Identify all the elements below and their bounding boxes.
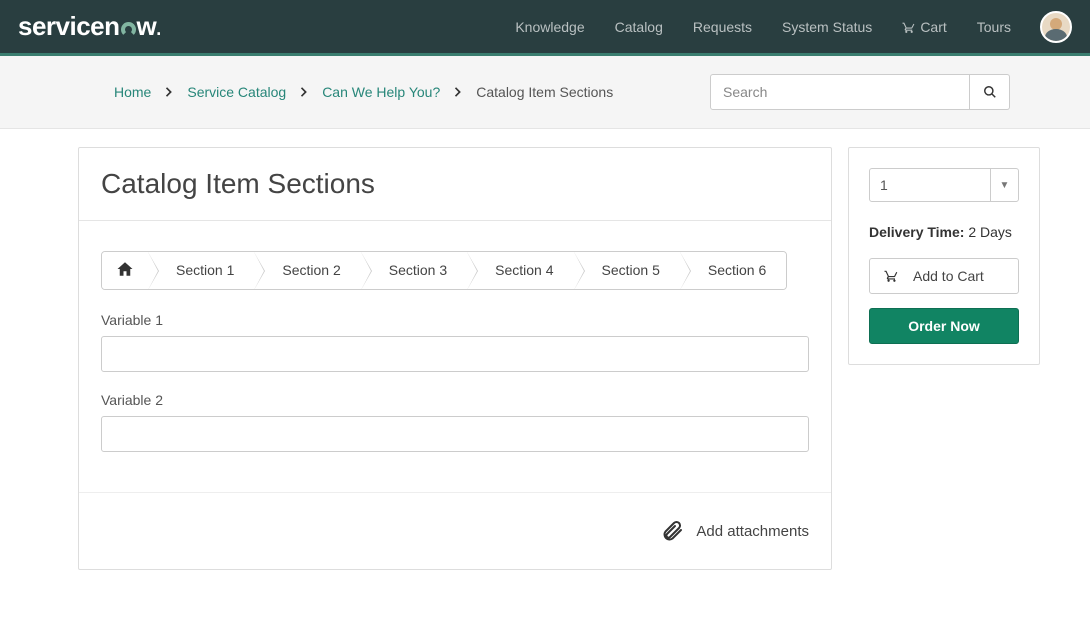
section-tab-2[interactable]: Section 2 — [254, 252, 360, 289]
search-input[interactable] — [710, 74, 970, 110]
chevron-right-icon — [454, 87, 462, 97]
brand-logo[interactable]: servicen w. — [18, 11, 161, 42]
var1-input[interactable] — [101, 336, 809, 372]
section-tabs: Section 1 Section 2 Section 3 Section 4 … — [101, 251, 787, 290]
nav-cart-label: Cart — [920, 19, 946, 35]
content-body: Section 1 Section 2 Section 3 Section 4 … — [79, 221, 831, 493]
delivery-value: 2 Days — [968, 224, 1012, 240]
main: Catalog Item Sections Section 1 Section … — [0, 129, 1090, 610]
nav-requests[interactable]: Requests — [693, 19, 752, 35]
search-icon — [983, 85, 997, 99]
page-title: Catalog Item Sections — [101, 168, 809, 200]
nav-system-status[interactable]: System Status — [782, 19, 872, 35]
search-wrap — [710, 74, 1010, 110]
brand-text-pre: servicen — [18, 11, 120, 42]
var1-label: Variable 1 — [101, 312, 809, 328]
breadcrumb-service-catalog[interactable]: Service Catalog — [187, 84, 286, 100]
order-now-button[interactable]: Order Now — [869, 308, 1019, 344]
order-sidebar: 1 ▼ Delivery Time: 2 Days Add to Cart Or… — [848, 147, 1040, 365]
section-tab-5[interactable]: Section 5 — [574, 252, 680, 289]
breadcrumb-home[interactable]: Home — [114, 84, 151, 100]
delivery-time: Delivery Time: 2 Days — [869, 224, 1019, 240]
add-to-cart-button[interactable]: Add to Cart — [869, 258, 1019, 294]
cart-icon — [884, 269, 899, 283]
brand-dot: . — [156, 19, 161, 40]
avatar[interactable] — [1040, 11, 1072, 43]
section-tab-home[interactable] — [102, 252, 148, 289]
section-tab-6[interactable]: Section 6 — [680, 252, 786, 289]
section-tab-1[interactable]: Section 1 — [148, 252, 254, 289]
content-header: Catalog Item Sections — [79, 148, 831, 221]
add-to-cart-label: Add to Cart — [913, 268, 984, 284]
breadcrumb: Home Service Catalog Can We Help You? Ca… — [114, 84, 710, 100]
search-button[interactable] — [970, 74, 1010, 110]
brand-o-icon — [121, 22, 136, 37]
var2-input[interactable] — [101, 416, 809, 452]
breadcrumb-can-we-help[interactable]: Can We Help You? — [322, 84, 440, 100]
var2-label: Variable 2 — [101, 392, 809, 408]
nav-catalog[interactable]: Catalog — [615, 19, 663, 35]
breadcrumb-current: Catalog Item Sections — [476, 84, 613, 100]
order-now-label: Order Now — [908, 318, 980, 334]
add-attachments-label: Add attachments — [696, 523, 809, 540]
form-group-var1: Variable 1 — [101, 312, 809, 372]
section-tab-4[interactable]: Section 4 — [467, 252, 573, 289]
chevron-right-icon — [300, 87, 308, 97]
chevron-down-icon: ▼ — [990, 169, 1018, 201]
home-icon — [116, 260, 134, 278]
cart-icon — [902, 21, 916, 34]
nav-tours[interactable]: Tours — [977, 19, 1011, 35]
nav-cart[interactable]: Cart — [902, 19, 946, 35]
section-tab-3[interactable]: Section 3 — [361, 252, 467, 289]
delivery-label: Delivery Time: — [869, 224, 964, 240]
add-attachments-button[interactable]: Add attachments — [660, 519, 809, 543]
brand-text-post: w — [137, 11, 157, 42]
nav-knowledge[interactable]: Knowledge — [515, 19, 584, 35]
content-footer: Add attachments — [79, 493, 831, 569]
form-group-var2: Variable 2 — [101, 392, 809, 452]
content-card: Catalog Item Sections Section 1 Section … — [78, 147, 832, 570]
breadcrumb-bar: Home Service Catalog Can We Help You? Ca… — [0, 56, 1090, 129]
quantity-value: 1 — [870, 177, 990, 193]
paperclip-icon — [660, 519, 684, 543]
chevron-right-icon — [165, 87, 173, 97]
quantity-select[interactable]: 1 ▼ — [869, 168, 1019, 202]
top-nav: servicen w. Knowledge Catalog Requests Sy… — [0, 0, 1090, 56]
